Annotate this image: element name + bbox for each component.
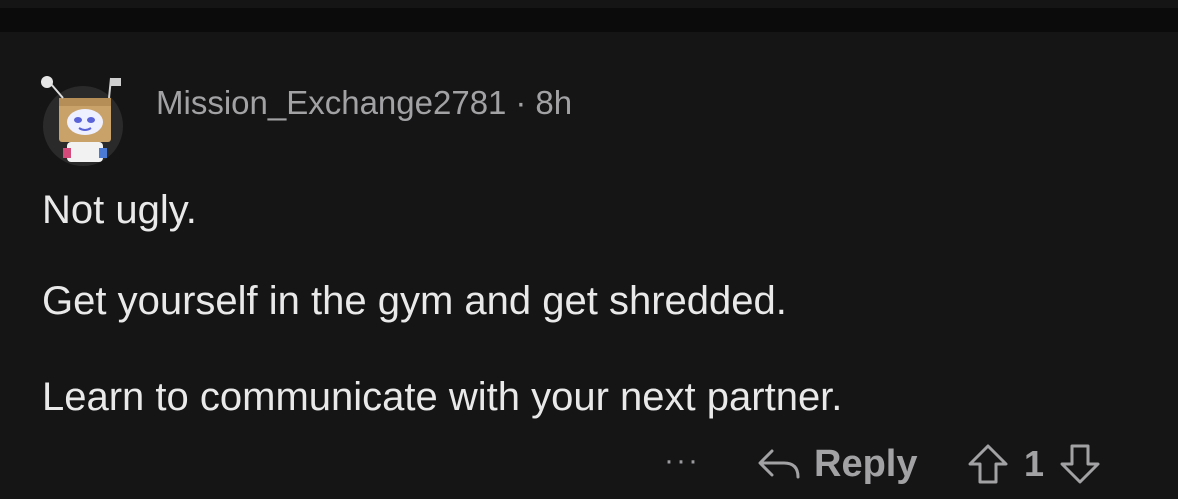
vote-count: 1: [1024, 443, 1045, 484]
username[interactable]: Mission_Exchange2781: [156, 84, 506, 121]
reply-label: Reply: [814, 442, 918, 485]
comment-divider: [0, 8, 1178, 32]
comment-age: 8h: [535, 84, 573, 121]
downvote-arrow-icon[interactable]: [1058, 442, 1102, 486]
reply-button[interactable]: Reply: [756, 440, 917, 488]
reply-arrow-icon: [758, 449, 800, 479]
comment-paragraph: Get yourself in the gym and get shredded…: [42, 279, 787, 323]
comment-card: Mission_Exchange2781 · 8h Not ugly. Get yo…: [0, 32, 1178, 499]
upvote-arrow-icon[interactable]: [966, 442, 1010, 486]
comment-meta: Mission_Exchange2781 · 8h: [156, 84, 572, 122]
vote-controls: 1: [966, 440, 1102, 488]
robot-box-avatar-icon: [41, 76, 123, 166]
comment-paragraph: Learn to communicate with your next part…: [42, 375, 843, 419]
more-options-button[interactable]: ···: [664, 446, 704, 476]
top-bar: [0, 0, 1178, 8]
avatar[interactable]: [33, 72, 129, 168]
comment-paragraph: Not ugly.: [42, 188, 197, 232]
comment-actions: ··· Reply 1: [0, 432, 1178, 492]
meta-separator: ·: [515, 84, 527, 121]
